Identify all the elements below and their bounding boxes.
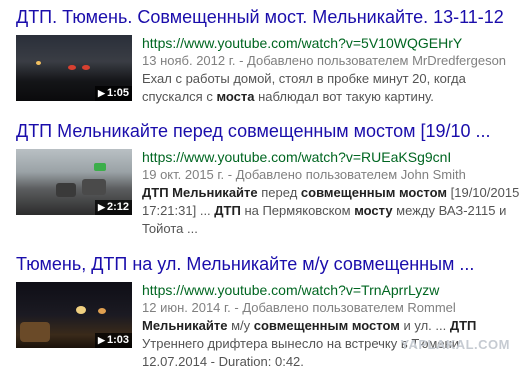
result-title-link[interactable]: ДТП. Тюмень. Совмещенный мост. Мельникай… xyxy=(16,6,526,28)
result-meta: https://www.youtube.com/watch?v=RUEaKSg9… xyxy=(142,148,526,238)
result-body: ▶ 1:03 https://www.youtube.com/watch?v=Tr… xyxy=(16,281,526,371)
play-icon: ▶ xyxy=(98,88,105,98)
snippet-text: перед xyxy=(257,185,301,200)
result-body: ▶ 2:12 https://www.youtube.com/watch?v=RU… xyxy=(16,148,526,238)
video-duration-badge: ▶ 2:12 xyxy=(95,200,132,215)
snippet-text: наблюдал вот такую картину. xyxy=(254,89,434,104)
snippet-highlight: совмещенным мостом xyxy=(300,185,448,200)
result-url[interactable]: https://www.youtube.com/watch?v=TrnAprrL… xyxy=(142,281,526,299)
snippet-text: на Пермяковском xyxy=(240,203,355,218)
snippet-highlight: ДТП xyxy=(214,203,241,218)
snippet-text: и ул. ... xyxy=(399,318,450,333)
play-icon: ▶ xyxy=(98,335,105,345)
result-snippet: ДТП Мельникайте перед совмещенным мостом… xyxy=(142,184,526,238)
snippet-highlight: ДТП Мельникайте xyxy=(142,185,258,200)
tail-light-decor xyxy=(68,65,76,70)
snippet-highlight: мосту xyxy=(354,203,393,218)
result-date: 12 июн. 2014 г. - Добавлено пользователе… xyxy=(142,300,456,315)
search-result-3: Тюмень, ДТП на ул. Мельникайте м/у совме… xyxy=(16,253,526,371)
play-icon: ▶ xyxy=(98,202,105,212)
result-date: 19 окт. 2015 г. - Добавлено пользователе… xyxy=(142,167,466,182)
car-decor xyxy=(56,183,76,197)
snippet-highlight: совмещенным мостом xyxy=(253,318,400,333)
result-title-link[interactable]: ДТП Мельникайте перед совмещенным мостом… xyxy=(16,120,526,142)
video-thumbnail[interactable]: ▶ 1:05 xyxy=(16,35,132,101)
site-watermark: YAPLAKAL.COM xyxy=(400,337,510,352)
result-url[interactable]: https://www.youtube.com/watch?v=RUEaKSg9… xyxy=(142,148,526,166)
result-title-link[interactable]: Тюмень, ДТП на ул. Мельникайте м/у совме… xyxy=(16,253,526,275)
result-url[interactable]: https://www.youtube.com/watch?v=5V10WQGE… xyxy=(142,34,526,52)
result-meta: https://www.youtube.com/watch?v=TrnAprrL… xyxy=(142,281,526,371)
headlight-decor xyxy=(98,308,106,314)
search-result-1: ДТП. Тюмень. Совмещенный мост. Мельникай… xyxy=(16,6,526,106)
duration-text: 2:12 xyxy=(106,201,129,213)
sign-decor xyxy=(94,163,106,171)
video-thumbnail[interactable]: ▶ 2:12 xyxy=(16,149,132,215)
snippet-highlight: моста xyxy=(216,89,255,104)
headlight-decor xyxy=(76,306,86,314)
car-decor xyxy=(82,179,106,195)
result-meta: https://www.youtube.com/watch?v=5V10WQGE… xyxy=(142,34,526,106)
tail-light-decor xyxy=(82,65,90,70)
duration-text: 1:05 xyxy=(106,87,129,99)
street-light-decor xyxy=(36,61,41,65)
dashboard-decor xyxy=(20,322,50,342)
search-result-2: ДТП Мельникайте перед совмещенным мостом… xyxy=(16,120,526,238)
snippet-highlight: Мельникайте xyxy=(142,318,228,333)
result-snippet: Ехал с работы домой, стоял в пробке мину… xyxy=(142,70,526,106)
snippet-text: м/у xyxy=(227,318,254,333)
duration-text: 1:03 xyxy=(106,334,129,346)
video-duration-badge: ▶ 1:05 xyxy=(95,86,132,101)
video-thumbnail[interactable]: ▶ 1:03 xyxy=(16,282,132,348)
snippet-highlight: ДТП xyxy=(449,318,477,333)
result-body: ▶ 1:05 https://www.youtube.com/watch?v=5V… xyxy=(16,34,526,106)
result-date: 13 нояб. 2012 г. - Добавлено пользовател… xyxy=(142,53,507,68)
video-duration-badge: ▶ 1:03 xyxy=(95,333,132,348)
